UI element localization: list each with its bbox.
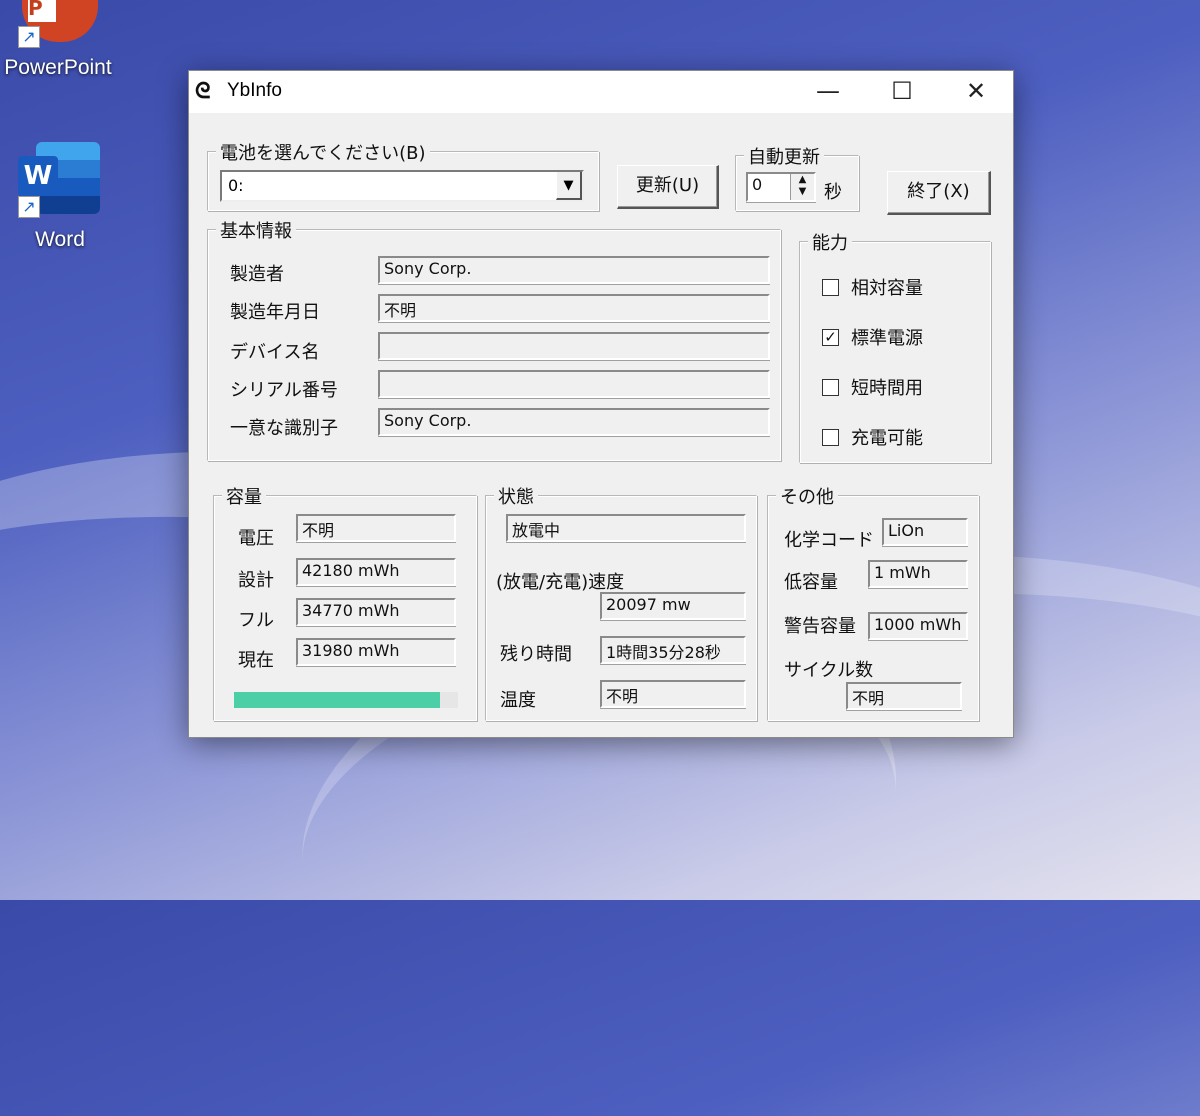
design-capacity-field: 42180 mWh [296, 558, 456, 586]
checkbox-box [822, 378, 839, 396]
checkbox-rechargeable[interactable]: 充電可能 [822, 424, 923, 450]
close-button[interactable]: ✕ [941, 71, 1011, 113]
minimize-button[interactable]: — [793, 71, 863, 113]
chemistry-field: LiOn [882, 518, 968, 546]
window-title: YbInfo [227, 80, 282, 101]
exit-button[interactable]: 終了(X) [887, 171, 991, 215]
checkbox-standard-power[interactable]: ✓ 標準電源 [822, 324, 923, 350]
low-capacity-field: 1 mWh [868, 560, 968, 588]
auto-update-group: 自動更新 0 ▲ ▼ 秒 [735, 143, 859, 211]
device-name-label: デバイス名 [230, 342, 320, 363]
cycle-count-label: サイクル数 [784, 660, 874, 681]
other-group: その他 化学コード LiOn 低容量 1 mWh 警告容量 1000 mWh サ… [767, 483, 979, 721]
checkmark-icon: ✓ [822, 328, 839, 346]
warning-capacity-label: 警告容量 [784, 616, 856, 637]
remaining-time-label: 残り時間 [500, 644, 572, 665]
status-state-field: 放電中 [506, 514, 746, 542]
basic-info-group: 基本情報 製造者 Sony Corp. 製造年月日 不明 デバイス名 シリアル番… [207, 217, 781, 461]
manufacture-date-label: 製造年月日 [230, 302, 320, 323]
remaining-time-field: 1時間35分28秒 [600, 636, 746, 664]
title-bar[interactable]: ᘓ YbInfo — ☐ ✕ [189, 71, 1013, 113]
serial-number-field [378, 370, 770, 398]
maximize-button[interactable]: ☐ [867, 71, 937, 113]
battery-combobox-value: 0: [228, 176, 244, 195]
ybinfo-window: ᘓ YbInfo — ☐ ✕ 電池を選んでください(B) 0: ▼ 更新(U) … [188, 70, 1014, 738]
shortcut-arrow-icon: ↗ [18, 26, 40, 48]
capability-legend: 能力 [808, 229, 852, 255]
manufacturer-label: 製造者 [230, 264, 284, 285]
auto-update-unit: 秒 [824, 182, 842, 203]
capacity-legend: 容量 [222, 483, 266, 509]
desktop-icon-label: PowerPoint [4, 56, 112, 79]
warning-capacity-field: 1000 mWh [868, 612, 968, 640]
basic-info-legend: 基本情報 [216, 217, 296, 243]
auto-update-input[interactable]: 0 ▲ ▼ [746, 172, 816, 202]
cycle-count-field: 不明 [846, 682, 962, 710]
spin-buttons[interactable]: ▲ ▼ [790, 174, 814, 200]
manufacturer-field: Sony Corp. [378, 256, 770, 284]
charge-progress-fill [234, 692, 441, 708]
capacity-group: 容量 電圧 不明 設計 42180 mWh フル 34770 mWh 現在 31… [213, 483, 477, 721]
device-name-field [378, 332, 770, 360]
checkbox-box [822, 278, 839, 296]
capability-group: 能力 相対容量 ✓ 標準電源 短時間用 充電可能 [799, 229, 991, 463]
current-capacity-field: 31980 mWh [296, 638, 456, 666]
temperature-label: 温度 [500, 690, 536, 711]
checkbox-box [822, 428, 839, 446]
other-legend: その他 [776, 483, 838, 509]
refresh-button[interactable]: 更新(U) [617, 165, 719, 209]
unique-id-field: Sony Corp. [378, 408, 770, 436]
full-capacity-label: フル [238, 610, 274, 631]
manufacture-date-field: 不明 [378, 294, 770, 322]
charge-progress-bar [234, 692, 458, 708]
status-group: 状態 放電中 (放電/充電)速度 20097 mw 残り時間 1時間35分28秒… [485, 483, 757, 721]
current-capacity-label: 現在 [238, 650, 274, 671]
rate-label: (放電/充電)速度 [496, 572, 625, 593]
app-icon: ᘓ [195, 79, 211, 104]
chevron-down-icon[interactable]: ▼ [556, 172, 582, 200]
desktop-icon-label: Word [35, 228, 85, 251]
temperature-field: 不明 [600, 680, 746, 708]
full-capacity-field: 34770 mWh [296, 598, 456, 626]
rate-field: 20097 mw [600, 592, 746, 620]
serial-number-label: シリアル番号 [230, 380, 338, 401]
checkbox-short-term[interactable]: 短時間用 [822, 374, 923, 400]
unique-id-label: 一意な識別子 [230, 418, 338, 439]
status-legend: 状態 [494, 483, 538, 509]
battery-select-legend: 電池を選んでください(B) [216, 139, 430, 165]
voltage-label: 電圧 [238, 528, 274, 549]
voltage-field: 不明 [296, 514, 456, 542]
shortcut-arrow-icon: ↗ [18, 196, 40, 218]
battery-select-group: 電池を選んでください(B) 0: ▼ [207, 139, 599, 211]
design-capacity-label: 設計 [238, 570, 274, 591]
auto-update-legend: 自動更新 [744, 143, 824, 169]
battery-combobox[interactable]: 0: ▼ [220, 170, 584, 202]
low-capacity-label: 低容量 [784, 572, 838, 593]
checkbox-relative-capacity[interactable]: 相対容量 [822, 274, 923, 300]
chemistry-label: 化学コード [784, 530, 874, 551]
